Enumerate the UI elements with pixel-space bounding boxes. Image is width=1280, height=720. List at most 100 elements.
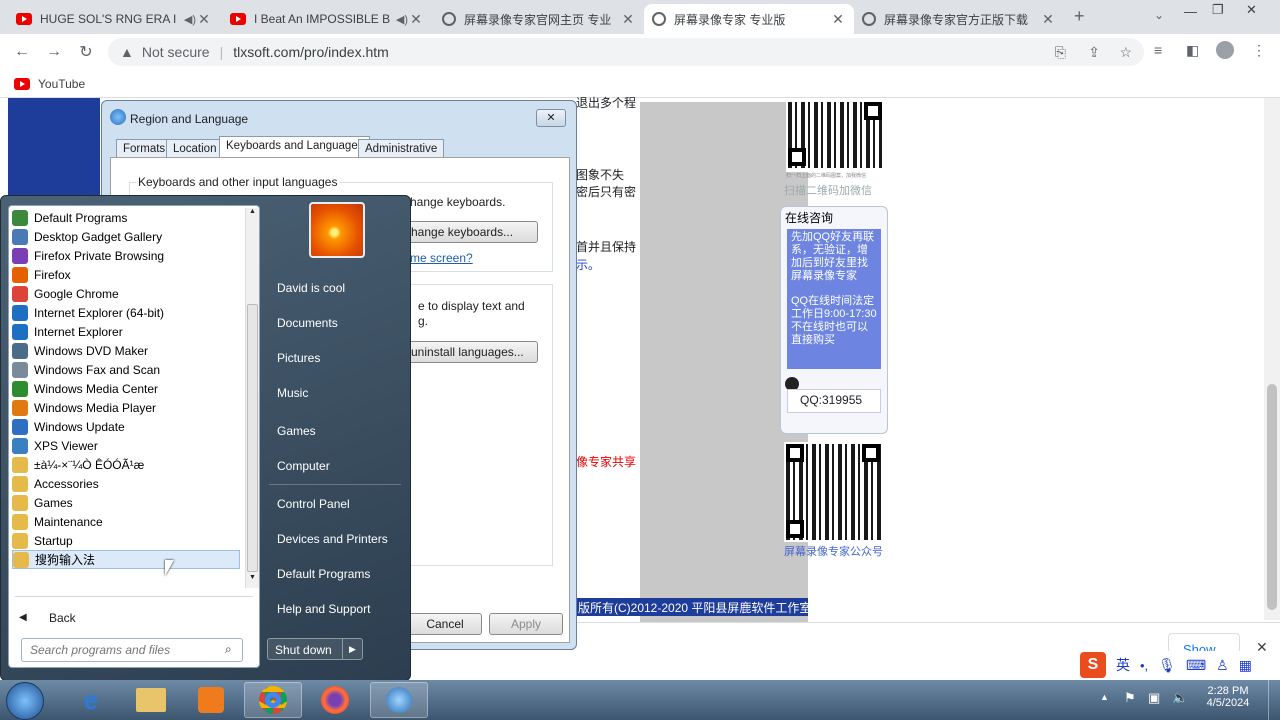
search-programs-input[interactable] — [21, 638, 243, 662]
taskbar-chrome[interactable] — [244, 682, 302, 718]
program-item[interactable]: Google Chrome — [12, 284, 119, 303]
program-item[interactable]: Desktop Gadget Gallery — [12, 227, 162, 246]
start-item-documents[interactable]: Documents — [277, 316, 338, 336]
program-item[interactable]: Accessories — [12, 474, 99, 493]
microphone-icon[interactable]: 🎙 — [1158, 657, 1176, 674]
page-scrollbar[interactable] — [1264, 98, 1280, 620]
bookmark-youtube[interactable]: YouTube — [14, 77, 85, 91]
taskbar-firefox[interactable] — [306, 682, 364, 718]
close-icon[interactable]: ✕ — [830, 11, 846, 28]
program-item[interactable]: Startup — [12, 531, 73, 550]
scroll-up-icon[interactable]: ▲ — [246, 208, 259, 215]
page-link-snippet[interactable]: 示。 — [576, 256, 600, 273]
translate-icon[interactable]: ⎘ — [1055, 44, 1066, 61]
tab-search-chevron-icon[interactable]: ⌄ — [1154, 8, 1164, 22]
program-item[interactable]: 搜狗输入法 — [12, 550, 240, 569]
tab-youtube-1[interactable]: HUGE SOL'S RNG ERA I ◀) ✕ — [8, 4, 220, 34]
start-item-user-folder[interactable]: David is cool — [277, 281, 345, 301]
scrollbar-thumb[interactable] — [1267, 384, 1277, 610]
tab-youtube-2[interactable]: I Beat An IMPOSSIBLE B ◀) ✕ — [222, 4, 432, 34]
tab-location[interactable]: Location — [166, 139, 224, 159]
start-item-games[interactable]: Games — [277, 424, 316, 444]
profile-avatar[interactable] — [1216, 41, 1234, 59]
tab-active[interactable]: 屏幕录像专家 专业版 ✕ — [644, 4, 854, 34]
close-icon[interactable]: ✕ — [620, 11, 636, 28]
reload-icon[interactable]: ↻ — [70, 42, 102, 62]
shutdown-button[interactable]: Shut down — [275, 643, 332, 657]
program-item[interactable]: Windows Update — [12, 417, 125, 436]
punctuation-icon[interactable]: •, — [1140, 658, 1148, 673]
taskbar-media-player[interactable] — [182, 682, 240, 718]
menu-kebab-icon[interactable]: ⋮ — [1252, 42, 1266, 59]
start-item-control-panel[interactable]: Control Panel — [277, 497, 350, 517]
tab-formats[interactable]: Formats — [116, 139, 173, 159]
welcome-screen-link[interactable]: me screen? — [410, 251, 473, 265]
install-uninstall-languages-button[interactable]: uninstall languages... — [400, 341, 538, 363]
program-item[interactable]: Firefox — [12, 265, 71, 284]
back-button[interactable]: Back — [49, 611, 76, 625]
taskbar-explorer[interactable] — [122, 682, 180, 718]
program-item[interactable]: Default Programs — [12, 208, 127, 227]
user-avatar[interactable] — [309, 202, 365, 258]
minimize-button[interactable]: — — [1184, 4, 1197, 19]
address-bar[interactable]: ▲ Not secure | tlxsoft.com/pro/index.htm… — [108, 38, 1144, 66]
program-item[interactable]: Games — [12, 493, 73, 512]
program-item[interactable]: Firefox Private Browsing — [12, 246, 164, 265]
tab-download[interactable]: 屏幕录像专家官方正版下载 ✕ — [854, 4, 1064, 34]
start-orb-icon[interactable] — [6, 682, 44, 720]
program-item[interactable]: Internet Explorer (64-bit) — [12, 303, 164, 322]
program-item[interactable]: Windows Media Player — [12, 398, 156, 417]
back-arrow-icon[interactable]: ← — [6, 43, 38, 61]
close-icon[interactable]: ✕ — [408, 11, 424, 28]
forward-arrow-icon[interactable]: → — [38, 43, 70, 61]
sogou-logo-icon[interactable]: S — [1080, 652, 1106, 678]
start-item-help-support[interactable]: Help and Support — [277, 602, 370, 622]
keyboard-icon[interactable]: ⌨ — [1186, 657, 1206, 674]
show-hidden-icons[interactable]: ▲ — [1100, 692, 1109, 702]
program-label: Windows Media Player — [34, 400, 157, 415]
clock[interactable]: 2:28 PM 4/5/2024 — [1198, 685, 1258, 709]
star-icon[interactable]: ☆ — [1119, 44, 1132, 61]
taskbar-region-language[interactable] — [370, 682, 428, 718]
program-item[interactable]: Maintenance — [12, 512, 103, 531]
restore-button[interactable]: ❐ — [1212, 2, 1224, 18]
start-item-default-programs[interactable]: Default Programs — [277, 567, 370, 587]
network-icon[interactable]: ▣ — [1148, 690, 1160, 706]
program-label: Internet Explorer — [34, 324, 123, 339]
taskbar-ie[interactable]: e — [62, 682, 120, 718]
shutdown-options-icon[interactable]: ▶ — [342, 639, 362, 659]
program-list-scrollbar[interactable]: ▲ ▼ — [245, 208, 259, 588]
share-icon[interactable]: ⇪ — [1088, 44, 1100, 61]
start-item-computer[interactable]: Computer — [277, 459, 330, 479]
close-window-button[interactable]: ✕ — [1246, 2, 1257, 18]
change-keyboards-button[interactable]: hange keyboards... — [400, 221, 538, 243]
tab-administrative[interactable]: Administrative — [358, 139, 445, 159]
show-desktop-button[interactable] — [1268, 680, 1280, 720]
dialog-close-button[interactable]: ✕ — [536, 109, 566, 127]
scrollbar-thumb[interactable] — [247, 304, 258, 572]
program-item[interactable]: Windows Media Center — [12, 379, 158, 398]
action-center-flag-icon[interactable]: ⚑ — [1124, 690, 1136, 706]
side-panel-icon[interactable]: ◧ — [1186, 42, 1199, 59]
new-tab-button[interactable]: + — [1074, 6, 1085, 27]
start-item-devices-printers[interactable]: Devices and Printers — [277, 532, 388, 552]
apply-button[interactable]: Apply — [489, 613, 563, 635]
cancel-button[interactable]: Cancel — [408, 613, 482, 635]
program-item[interactable]: Internet Explorer — [12, 322, 123, 341]
qq-number[interactable]: QQ:319955 — [787, 389, 881, 413]
program-item[interactable]: ±à¼-×¨¼Ò ÊÓÓÃ¹æ — [12, 455, 144, 474]
skin-icon[interactable]: ♙ — [1216, 657, 1229, 674]
program-item[interactable]: XPS Viewer — [12, 436, 98, 455]
tab-homepage[interactable]: 屏幕录像专家官网主页 专业 ✕ — [434, 4, 644, 34]
toolbox-icon[interactable]: ▦ — [1239, 657, 1252, 674]
reading-list-icon[interactable]: ≡ — [1154, 42, 1162, 58]
close-icon[interactable]: ✕ — [1040, 11, 1056, 28]
program-item[interactable]: Windows DVD Maker — [12, 341, 148, 360]
close-icon[interactable]: ✕ — [196, 11, 212, 28]
volume-muted-icon[interactable]: 🔈 — [1172, 690, 1188, 706]
start-item-music[interactable]: Music — [277, 386, 308, 406]
start-item-pictures[interactable]: Pictures — [277, 351, 320, 371]
program-item[interactable]: Windows Fax and Scan — [12, 360, 160, 379]
ime-mode-label[interactable]: 英 — [1116, 655, 1130, 675]
scroll-down-icon[interactable]: ▼ — [246, 574, 259, 581]
